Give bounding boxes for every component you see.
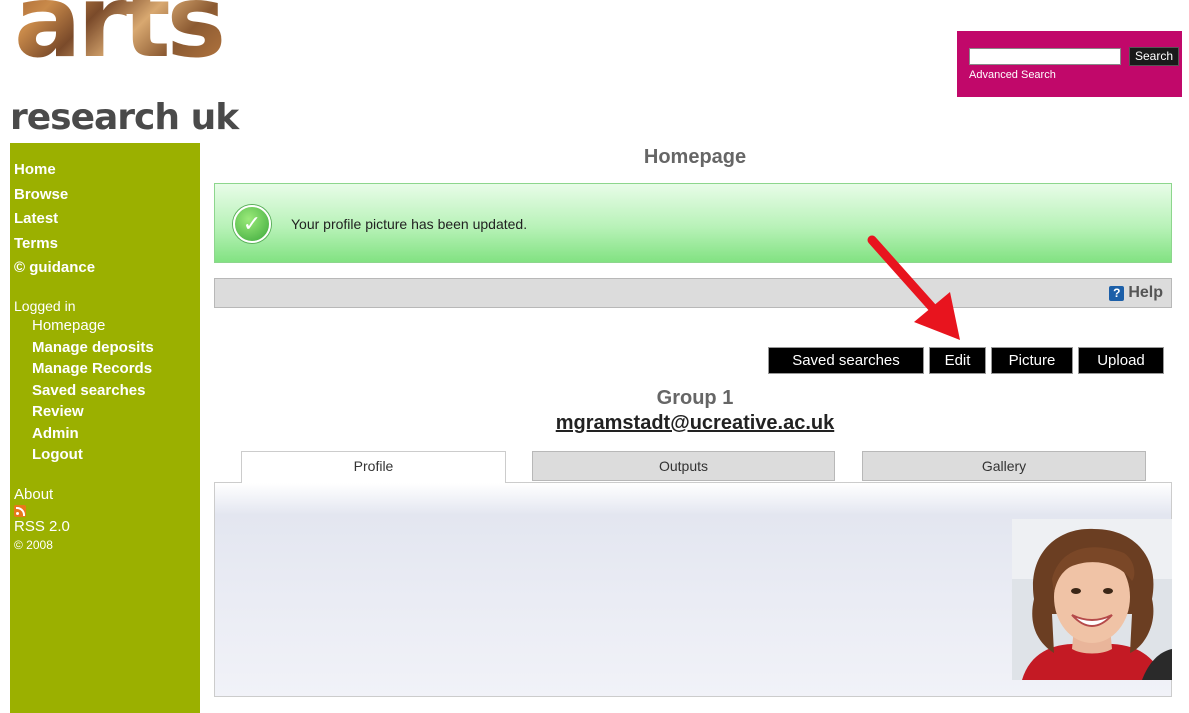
nav-about[interactable]: About: [14, 485, 70, 505]
nav-saved-searches[interactable]: Saved searches: [14, 380, 154, 402]
profile-photo: [1012, 519, 1172, 680]
search-panel: Search Advanced Search: [957, 31, 1182, 97]
logged-in-label: Logged in: [14, 298, 76, 314]
nav-logout[interactable]: Logout: [14, 444, 154, 466]
about-nav: About RSS 2.0 © 2008: [14, 485, 70, 553]
rss-label: RSS 2.0: [14, 518, 70, 535]
rss-icon: [14, 505, 26, 517]
sidebar: Home Browse Latest Terms © guidance Logg…: [10, 143, 200, 713]
annotation-arrow-icon: [867, 235, 960, 340]
nav-review[interactable]: Review: [14, 401, 154, 423]
picture-button[interactable]: Picture: [991, 347, 1073, 374]
nav-terms[interactable]: Terms: [14, 232, 95, 257]
nav-admin[interactable]: Admin: [14, 423, 154, 445]
help-label: Help: [1128, 284, 1163, 301]
tab-outputs[interactable]: Outputs: [532, 451, 835, 481]
logo-wordmark: arts: [14, 0, 226, 72]
nav-latest[interactable]: Latest: [14, 207, 95, 232]
rss-link[interactable]: RSS 2.0: [14, 505, 70, 537]
nav-guidance[interactable]: © guidance: [14, 256, 95, 281]
edit-button[interactable]: Edit: [929, 347, 986, 374]
success-message: ✓ Your profile picture has been updated.: [214, 183, 1172, 263]
help-bar: ? Help: [214, 278, 1172, 308]
advanced-search-link[interactable]: Advanced Search: [969, 69, 1056, 81]
nav-manage-deposits[interactable]: Manage deposits: [14, 337, 154, 359]
tab-profile[interactable]: Profile: [241, 451, 506, 483]
help-icon: ?: [1109, 285, 1125, 301]
success-message-text: Your profile picture has been updated.: [291, 216, 528, 232]
help-link[interactable]: ? Help: [1109, 284, 1163, 302]
upload-button[interactable]: Upload: [1078, 347, 1164, 374]
page-title: Homepage: [643, 146, 747, 168]
check-circle-icon: ✓: [233, 205, 271, 243]
search-input[interactable]: [969, 48, 1121, 65]
nav-browse[interactable]: Browse: [14, 183, 95, 208]
copyright: © 2008: [14, 538, 53, 552]
profile-email-link[interactable]: mgramstadt@ucreative.ac.uk: [215, 412, 1175, 435]
main-nav: Home Browse Latest Terms © guidance: [14, 158, 95, 281]
logo-subtitle: research uk: [10, 97, 239, 138]
nav-homepage[interactable]: Homepage: [14, 315, 154, 337]
group-name: Group 1: [656, 387, 734, 409]
nav-manage-records[interactable]: Manage Records: [14, 358, 154, 380]
saved-searches-button[interactable]: Saved searches: [768, 347, 924, 374]
search-button[interactable]: Search: [1129, 47, 1179, 66]
tab-gallery[interactable]: Gallery: [862, 451, 1146, 481]
user-nav: Logged in Homepage Manage deposits Manag…: [14, 298, 154, 466]
nav-home[interactable]: Home: [14, 158, 95, 183]
site-logo[interactable]: arts research uk: [6, 0, 246, 142]
